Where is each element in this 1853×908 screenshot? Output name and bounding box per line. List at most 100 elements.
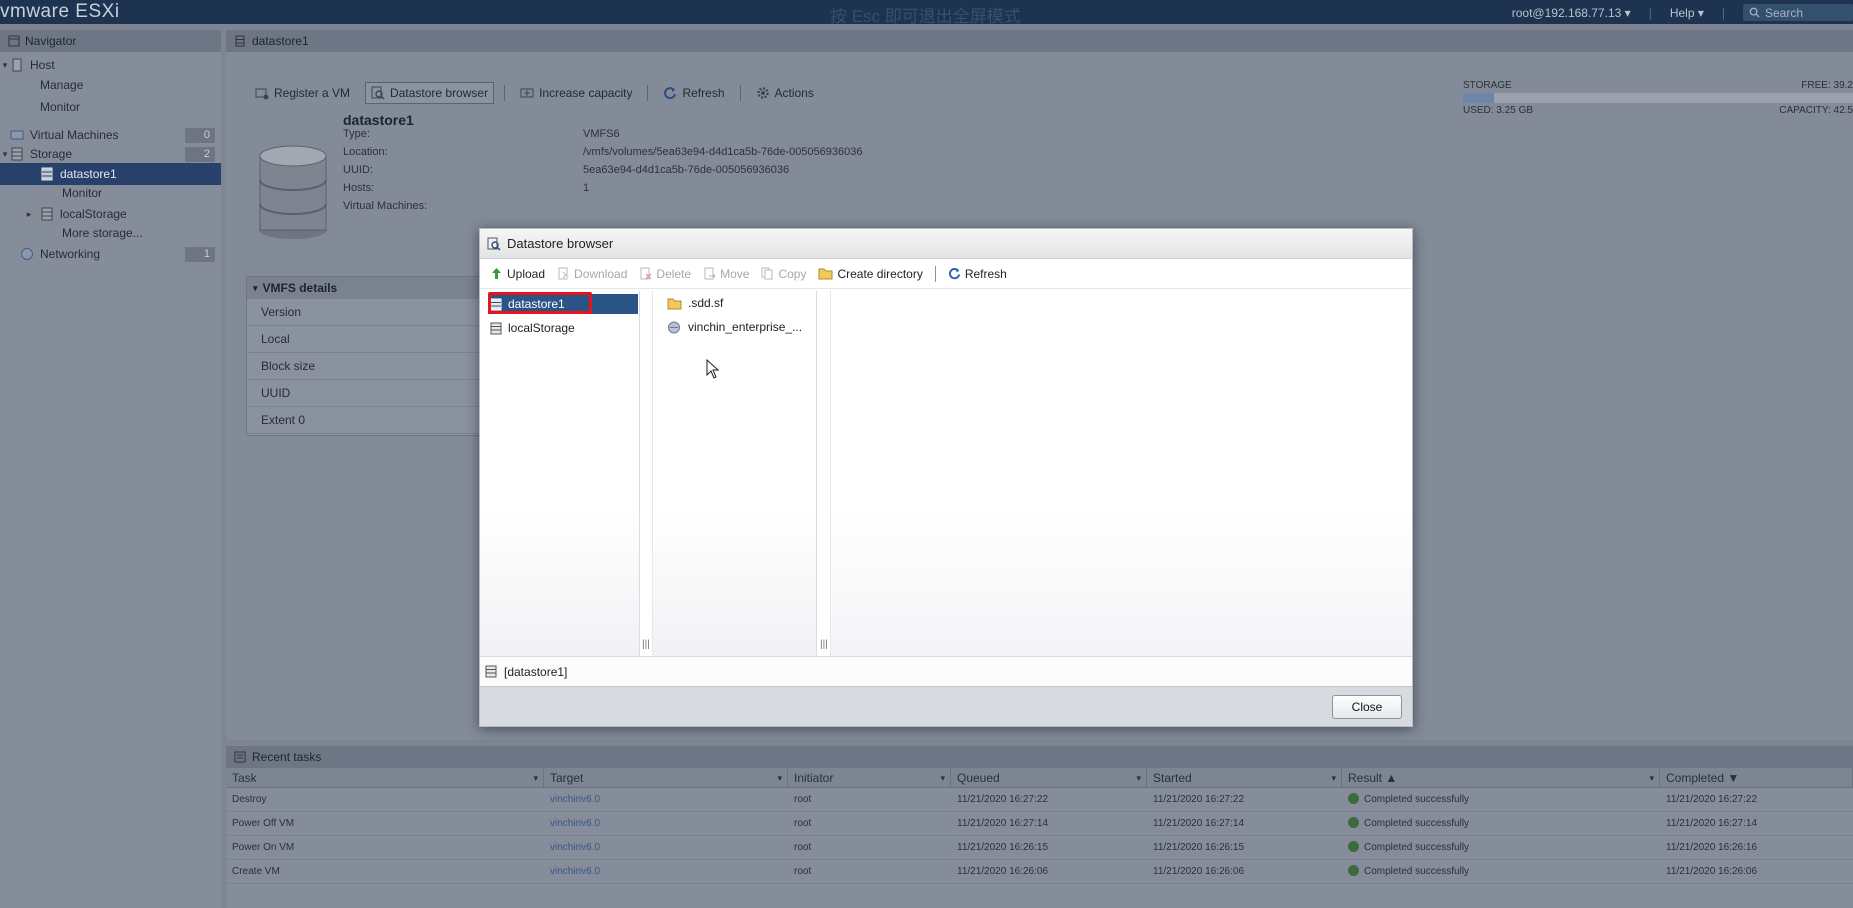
search-icon bbox=[1749, 7, 1760, 18]
task-initiator-cell: root bbox=[794, 794, 812, 805]
upload-button[interactable]: Upload bbox=[490, 267, 545, 281]
download-icon bbox=[558, 267, 568, 280]
dialog-refresh-button[interactable]: Refresh bbox=[948, 267, 1007, 281]
separator bbox=[504, 85, 506, 101]
task-target-cell[interactable]: vinchinv6.0 bbox=[544, 836, 788, 859]
task-task-cell: Power Off VM bbox=[232, 818, 295, 829]
vmfs-detail-row: UUID bbox=[247, 380, 485, 407]
storage-count-badge: 2 bbox=[185, 146, 215, 162]
main-toolbar: Register a VM Datastore browser Increase… bbox=[250, 82, 819, 104]
create-directory-button[interactable]: Create directory bbox=[818, 267, 923, 281]
user-menu[interactable]: root@192.168.77.13 ▾ bbox=[1512, 6, 1631, 20]
collapse-icon[interactable]: ▾ bbox=[253, 283, 258, 294]
storage-used: USED: 3.25 GB bbox=[1463, 105, 1534, 116]
chevron-down-icon[interactable]: ▾ bbox=[940, 768, 945, 788]
nav-manage[interactable]: Manage bbox=[0, 74, 221, 96]
copy-button[interactable]: Copy bbox=[761, 267, 806, 281]
chevron-down-icon[interactable]: ▾ bbox=[1136, 768, 1141, 788]
gear-icon bbox=[756, 87, 769, 99]
separator bbox=[739, 85, 741, 101]
column-header[interactable]: Initiator ▾ bbox=[788, 768, 951, 787]
property-label: Virtual Machines: bbox=[343, 200, 428, 212]
task-result-cell: Completed successfully bbox=[1342, 836, 1660, 859]
task-started-cell: 11/21/2020 16:26:15 bbox=[1153, 842, 1245, 853]
download-button[interactable]: Download bbox=[557, 267, 627, 281]
navigator-panel: Navigator ▾ Host Manage Monitor Virtual … bbox=[0, 30, 221, 908]
chevron-down-icon[interactable]: ▾ bbox=[1649, 768, 1654, 788]
column-header[interactable]: Result ▲ ▾ bbox=[1342, 768, 1660, 787]
refresh-icon bbox=[664, 87, 677, 100]
folder-item-sdd-sf[interactable]: .sdd.sf bbox=[667, 294, 723, 312]
vmfs-details-panel: ▾ VMFS details Version Local Block size UUID… bbox=[246, 276, 486, 436]
selection-highlight-box bbox=[488, 292, 592, 314]
datastore-properties: Type: VMFS6 Location: /vmfs/volumes/5ea63e9… bbox=[343, 128, 863, 218]
tree-item-localstorage[interactable]: localStorage bbox=[488, 318, 638, 338]
refresh-button[interactable]: Refresh bbox=[658, 83, 729, 103]
column-header[interactable]: Task ▾ bbox=[226, 768, 544, 787]
actions-button[interactable]: Actions bbox=[751, 83, 819, 103]
expand-icon[interactable]: ▾ bbox=[0, 60, 10, 71]
increase-capacity-button[interactable]: Increase capacity bbox=[515, 83, 637, 103]
storage-usage-fill bbox=[1463, 93, 1495, 103]
navigator-icon bbox=[8, 35, 20, 47]
datastore-icon bbox=[235, 35, 245, 47]
vmfs-detail-row: Block size bbox=[247, 353, 485, 380]
table-row[interactable]: Create VM vinchinv6.0 root 11/21/2020 16:26… bbox=[226, 860, 1853, 884]
datastore-browser-icon bbox=[371, 86, 385, 100]
recent-tasks-header: Recent tasks bbox=[226, 746, 1853, 768]
table-row[interactable]: Power On VM vinchinv6.0 root 11/21/2020 16:… bbox=[226, 836, 1853, 860]
success-check-icon bbox=[1348, 793, 1359, 804]
column-resize-handle[interactable]: ||| bbox=[642, 639, 650, 650]
task-initiator-cell: root bbox=[794, 866, 812, 877]
vm-folder-icon bbox=[668, 321, 680, 333]
task-target-cell[interactable]: vinchinv6.0 bbox=[544, 812, 788, 835]
column-header[interactable]: Completed ▼ bbox=[1660, 768, 1853, 787]
datastore-browser-button[interactable]: Datastore browser bbox=[365, 82, 495, 104]
success-check-icon bbox=[1348, 841, 1359, 852]
nav-host[interactable]: ▾ Host bbox=[0, 54, 221, 76]
help-menu[interactable]: Help ▾ bbox=[1670, 6, 1704, 20]
dialog-status-bar: [datastore1] bbox=[480, 656, 1412, 686]
column-header[interactable]: Target ▾ bbox=[544, 768, 788, 787]
nav-networking[interactable]: Networking 1 bbox=[0, 243, 221, 265]
separator: | bbox=[1648, 5, 1652, 20]
chevron-down-icon[interactable]: ▾ bbox=[777, 768, 782, 788]
column-header[interactable]: Started ▾ bbox=[1147, 768, 1342, 787]
tasks-icon bbox=[234, 751, 246, 763]
table-row[interactable]: Power Off VM vinchinv6.0 root 11/21/2020 16… bbox=[226, 812, 1853, 836]
close-button[interactable]: Close bbox=[1332, 695, 1402, 719]
collapse-icon[interactable]: ▸ bbox=[24, 209, 34, 220]
property-label: UUID: bbox=[343, 164, 373, 176]
success-check-icon bbox=[1348, 865, 1359, 876]
storage-capacity: CAPACITY: 42.5 bbox=[1779, 105, 1853, 116]
datastore-large-icon bbox=[259, 145, 327, 239]
search-input[interactable]: Search bbox=[1743, 4, 1853, 21]
nav-more-storage[interactable]: More storage... bbox=[0, 222, 221, 244]
expand-icon[interactable]: ▾ bbox=[0, 149, 10, 160]
task-target-cell[interactable]: vinchinv6.0 bbox=[544, 788, 788, 811]
vmfs-details-header[interactable]: ▾ VMFS details bbox=[247, 277, 485, 299]
column-resize-handle[interactable]: ||| bbox=[820, 639, 828, 650]
property-row: Type: VMFS6 bbox=[343, 128, 863, 146]
task-completed-cell: 11/21/2020 16:26:16 bbox=[1666, 842, 1758, 853]
nav-storage[interactable]: ▾ Storage 2 bbox=[0, 143, 221, 165]
move-button[interactable]: Move bbox=[703, 267, 749, 281]
storage-usage-bar bbox=[1463, 93, 1853, 103]
separator bbox=[647, 85, 649, 101]
nav-datastore-monitor[interactable]: Monitor bbox=[0, 182, 221, 204]
register-vm-button[interactable]: Register a VM bbox=[250, 83, 355, 103]
chevron-down-icon[interactable]: ▾ bbox=[1331, 768, 1336, 788]
vm-count-badge: 0 bbox=[185, 127, 215, 143]
delete-button[interactable]: Delete bbox=[639, 267, 691, 281]
task-result-cell: Completed successfully bbox=[1342, 860, 1660, 883]
folder-item-vinchin[interactable]: vinchin_enterprise_... bbox=[667, 318, 802, 336]
tasks-table-header: Task ▾ Target ▾ Initiator ▾ Queued ▾ Started ▾ Res… bbox=[226, 768, 1853, 788]
vmfs-detail-row: Extent 0 bbox=[247, 407, 485, 434]
task-target-cell[interactable]: vinchinv6.0 bbox=[544, 860, 788, 883]
table-row[interactable]: Destroy vinchinv6.0 root 11/21/2020 16:27:2… bbox=[226, 788, 1853, 812]
storage-summary: STORAGE FREE: 39.2 USED: 3.25 GB CAPACITY:… bbox=[1463, 80, 1853, 116]
dialog-toolbar: Upload Download Delete Move Copy Create … bbox=[480, 259, 1412, 289]
column-header[interactable]: Queued ▾ bbox=[951, 768, 1147, 787]
nav-monitor[interactable]: Monitor bbox=[0, 96, 221, 118]
chevron-down-icon[interactable]: ▾ bbox=[533, 768, 538, 788]
